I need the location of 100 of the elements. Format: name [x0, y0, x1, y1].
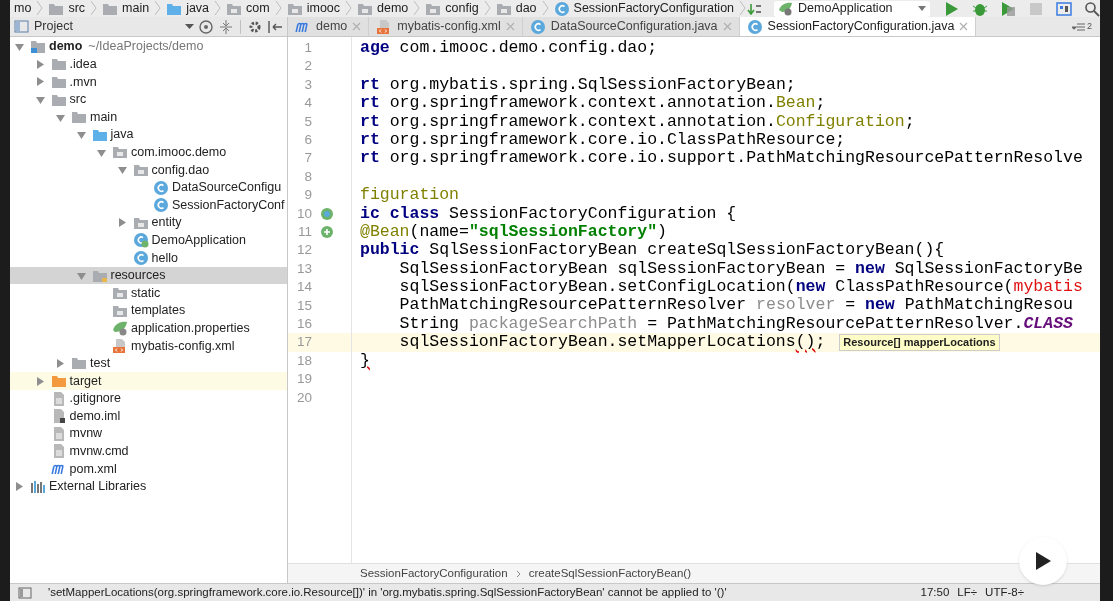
breadcrumb-item[interactable]: config [421, 0, 483, 17]
tree-item[interactable]: External Libraries [10, 477, 287, 496]
line-number: 2 [303, 57, 312, 76]
breadcrumb-item[interactable]: imooc [282, 0, 345, 17]
tree-item-label: SessionFactoryConf [172, 196, 285, 214]
editor-tab[interactable]: SessionFactoryConfiguration.java [739, 17, 977, 36]
tree-item[interactable]: src [10, 90, 287, 109]
line-number: 4 [303, 94, 312, 113]
breadcrumb-item[interactable]: main [98, 0, 154, 17]
breadcrumb-item[interactable]: java [162, 0, 214, 17]
tree-item[interactable]: .idea [10, 55, 287, 74]
collapsed-arrow-icon[interactable] [55, 358, 66, 369]
class-icon [153, 179, 169, 196]
expanded-arrow-icon[interactable] [14, 41, 25, 53]
line-number: 14 [295, 278, 312, 297]
breadcrumb-item[interactable]: dao [491, 0, 541, 17]
tree-item[interactable]: .mvn [10, 73, 287, 91]
collapsed-arrow-icon[interactable] [116, 217, 128, 229]
collapsed-arrow-icon[interactable] [34, 76, 46, 88]
tree-item[interactable]: test [10, 354, 287, 373]
collapsed-arrow-icon[interactable] [34, 375, 46, 387]
tree-item[interactable]: DataSourceConfigu [10, 178, 287, 197]
line-separator[interactable]: LF÷ [957, 583, 978, 601]
breadcrumb-item[interactable]: demo [353, 0, 413, 17]
close-icon[interactable] [352, 22, 362, 31]
package-folder-icon [112, 285, 128, 302]
line-number: 10 [295, 204, 312, 223]
tree-item[interactable]: config.dao [10, 161, 287, 179]
breadcrumb-separator-icon [344, 0, 354, 17]
tree-item[interactable]: static [10, 284, 287, 302]
play-icon [1034, 551, 1052, 571]
expanded-arrow-icon[interactable] [34, 94, 46, 106]
breadcrumb-separator-icon [89, 0, 99, 17]
tab-overflow-button[interactable]: 2 [1072, 17, 1100, 36]
project-structure-icon[interactable] [1056, 0, 1072, 17]
expanded-arrow-icon[interactable] [75, 270, 87, 281]
tree-item[interactable]: entity [10, 213, 287, 232]
dropdown-caret-icon [918, 6, 926, 11]
folder-icon [71, 355, 87, 372]
tree-item-label: com.imooc.demo [131, 144, 227, 161]
tree-item[interactable]: mvnw [10, 425, 287, 443]
breadcrumb-item[interactable]: mo [10, 0, 36, 17]
tree-item[interactable]: hello [10, 249, 287, 267]
breadcrumb-separator-icon [482, 0, 492, 17]
dropdown-caret-icon[interactable] [185, 24, 194, 29]
line-number: 12 [295, 241, 312, 260]
tree-item[interactable]: application.properties [10, 319, 287, 338]
search-icon[interactable] [1084, 0, 1100, 17]
run-configuration-dropdown[interactable]: DemoApplication [774, 0, 930, 17]
sort-icon[interactable] [747, 2, 763, 15]
breadcrumb-item[interactable]: com [222, 0, 274, 17]
breadcrumb-item[interactable]: src [44, 0, 90, 17]
tree-item-label: demo [49, 38, 83, 56]
breadcrumb-item[interactable]: SessionFactoryConfiguration [549, 0, 739, 17]
tree-item[interactable]: resources [10, 266, 287, 285]
editor-breadcrumb[interactable]: SessionFactoryConfiguration [360, 564, 508, 583]
panel-title: Project [34, 18, 74, 36]
tree-item[interactable]: mvnw.cmd [10, 442, 287, 461]
close-icon[interactable] [722, 22, 732, 31]
tree-item-label: entity [151, 214, 182, 232]
close-icon[interactable] [505, 22, 515, 31]
code-line: PathMatchingResourcePatternResolver resolver = new PathMatchingResou [398, 296, 1074, 315]
expanded-arrow-icon[interactable] [116, 164, 128, 176]
hide-panel-icon[interactable] [267, 18, 283, 35]
close-icon[interactable] [959, 22, 969, 31]
editor-tab[interactable]: DataSourceConfiguration.java [522, 17, 740, 36]
editor-breadcrumb[interactable]: createSqlSessionFactoryBean() [528, 564, 692, 583]
collapsed-arrow-icon[interactable] [34, 58, 46, 70]
locate-icon[interactable] [198, 18, 214, 35]
run-with-coverage-icon[interactable] [1000, 0, 1016, 17]
tree-item[interactable]: .gitignore [10, 389, 287, 408]
tree-item[interactable]: java [10, 125, 287, 144]
bean-gutter-icon[interactable] [320, 225, 334, 240]
xml-file-icon [112, 337, 128, 354]
tree-item[interactable]: main [10, 108, 287, 126]
run-icon[interactable] [944, 0, 960, 17]
tool-windows-icon[interactable] [18, 586, 32, 599]
expanded-arrow-icon[interactable] [75, 129, 87, 141]
tree-item-label: test [90, 355, 111, 373]
line-number: 5 [303, 112, 312, 131]
tree-item[interactable]: templates [10, 301, 287, 320]
tree-item[interactable]: demo.iml [10, 407, 287, 426]
status-message: 'setMapperLocations(org.springframework.core.io.Resource[])' in 'org.mybatis.spring.SqlSessionFactoryBean' cannot be applied to '()' [48, 584, 728, 600]
collapsed-arrow-icon[interactable] [14, 481, 25, 493]
caret-position[interactable]: 17:50 [920, 583, 950, 601]
breadcrumb-separator-icon [738, 0, 748, 17]
editor-tab[interactable]: mybatis-config.xml [369, 17, 523, 36]
bean-gutter-icon[interactable] [320, 206, 334, 221]
tree-item[interactable]: SessionFactoryConf [10, 196, 287, 214]
tree-item[interactable]: target [10, 372, 287, 390]
module-folder-icon [30, 38, 46, 55]
tree-item[interactable]: pom.xml [10, 460, 287, 478]
tree-item[interactable]: demo ~/IdeaProjects/demo [10, 38, 287, 56]
file-encoding[interactable]: UTF-8÷ [985, 583, 1100, 601]
code-line: @Bean(name="sqlSessionFactory") [359, 222, 668, 242]
tree-item[interactable]: mybatis-config.xml [10, 337, 287, 355]
editor-tab[interactable]: demo [288, 17, 370, 36]
tree-item[interactable]: com.imooc.demo [10, 143, 287, 162]
tree-item[interactable]: DemoApplication [10, 231, 287, 250]
collapse-all-icon[interactable] [218, 18, 234, 35]
